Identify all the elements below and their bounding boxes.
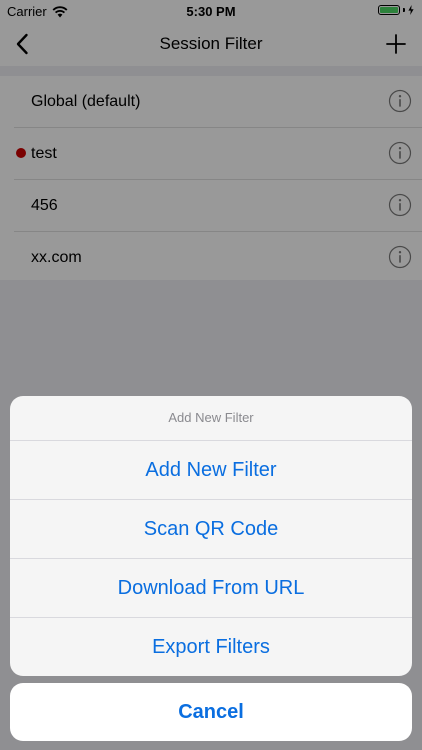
action-sheet: Add New Filter Add New Filter Scan QR Co…: [10, 396, 412, 676]
export-filters-action[interactable]: Export Filters: [10, 618, 412, 676]
add-new-filter-action[interactable]: Add New Filter: [10, 441, 412, 500]
action-sheet-title: Add New Filter: [10, 396, 412, 441]
download-from-url-action[interactable]: Download From URL: [10, 559, 412, 618]
cancel-button[interactable]: Cancel: [10, 683, 412, 741]
scan-qr-code-action[interactable]: Scan QR Code: [10, 500, 412, 559]
